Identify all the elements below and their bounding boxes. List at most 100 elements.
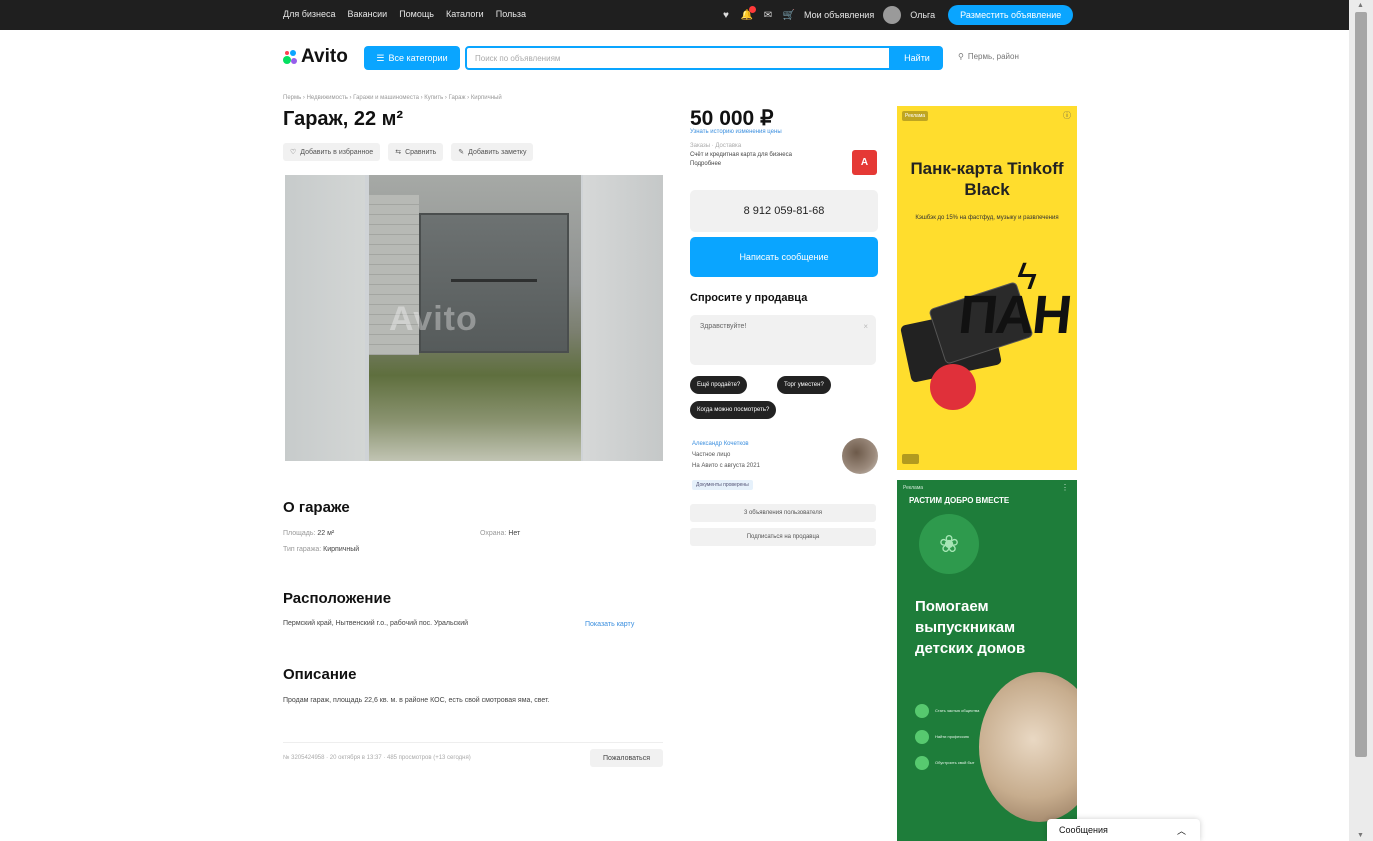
avito-logo[interactable]: Avito [283, 46, 348, 68]
price-history-link[interactable]: Узнать историю изменения цены [690, 129, 782, 135]
avatar[interactable] [883, 6, 902, 24]
menu-icon: ☰ [376, 52, 385, 63]
location-label: Пермь, район [967, 52, 1019, 61]
ad1-legal [902, 454, 920, 464]
listing-actions: ♡ Добавить в избранное ⇆ Сравнить ✎ Доба… [283, 143, 534, 161]
about-heading: О гараже [283, 499, 350, 516]
bullet-icon [915, 730, 929, 744]
bank-badge: A [852, 150, 877, 175]
description-text: Продам гараж, площадь 22,6 кв. м. в райо… [283, 697, 550, 704]
param-type: Тип гаража: Кирпичный [283, 546, 359, 553]
chip-still-selling[interactable]: Ещё продаёте? [690, 376, 748, 394]
param-type-key: Тип гаража: [283, 546, 322, 553]
info-icon[interactable]: ⓘ [1063, 110, 1071, 121]
bullet-icon [915, 756, 929, 770]
top-nav-catalogs[interactable]: Каталоги [446, 9, 484, 19]
top-nav-jobs[interactable]: Вакансии [348, 9, 388, 19]
all-categories-button[interactable]: ☰ Все категории [364, 46, 460, 70]
search-input[interactable]: Поиск по объявлениям [465, 46, 891, 70]
param-area: Площадь: 22 м² [283, 530, 334, 537]
compare-button[interactable]: ⇆ Сравнить [388, 143, 444, 161]
price: 50 000 ₽ [690, 107, 774, 130]
ask-seller-text: Здравствуйте! [700, 323, 747, 330]
ad2-photo [979, 672, 1077, 822]
top-nav: Для бизнеса Вакансии Помощь Каталоги Пол… [283, 9, 526, 19]
notice-text[interactable]: Счёт и кредитная карта для бизнеса [690, 152, 792, 158]
ad1-pan-text: ПАН [955, 285, 1073, 345]
ask-seller-input[interactable]: Здравствуйте! × [690, 315, 876, 365]
close-icon[interactable]: × [863, 322, 868, 331]
write-message-button[interactable]: Написать сообщение [690, 237, 878, 277]
location-selector[interactable]: ⚲ Пермь, район [958, 52, 1019, 61]
description-heading: Описание [283, 666, 357, 683]
compare-icon: ⇆ [395, 149, 402, 156]
chat-icon[interactable]: ✉ [762, 9, 774, 21]
gallery-blur-right [583, 175, 663, 461]
post-ad-button[interactable]: Разместить объявление [948, 5, 1074, 25]
add-note-label: Добавить заметку [468, 148, 527, 156]
seller-name-link[interactable]: Александр Кочетков [692, 441, 749, 447]
other-listings-button[interactable]: 3 объявления пользователя [690, 504, 876, 522]
complain-button[interactable]: Пожаловаться [590, 749, 663, 767]
subscribe-seller-button[interactable]: Подписаться на продавца [690, 528, 876, 546]
show-map-link[interactable]: Показать карту [585, 621, 634, 628]
pin-icon: ⚲ [958, 52, 964, 61]
my-listings-link[interactable]: Мои объявления [804, 10, 874, 20]
ad-label: Реклама [902, 111, 929, 121]
heart-icon: ♡ [290, 149, 297, 156]
param-security: Охрана: Нет [480, 530, 520, 537]
scrollbar[interactable]: ▲ ▼ [1349, 0, 1373, 841]
bullet-icon [915, 704, 929, 718]
listing-meta: № 3205424958 · 20 октября в 13:37 · 485 … [283, 755, 471, 761]
photo-gallery[interactable]: Avito [285, 175, 663, 461]
messages-widget[interactable]: Сообщения ︿ [1047, 819, 1200, 841]
garage-photo[interactable]: Avito [369, 175, 581, 461]
seller-avatar[interactable] [842, 438, 878, 474]
add-favorite-label: Добавить в избранное [300, 148, 374, 156]
heart-icon[interactable]: ♥ [720, 9, 732, 21]
bell-icon[interactable]: 🔔 [741, 6, 756, 21]
ad2-title: Помогаем выпускникам детских домов [915, 598, 1026, 657]
ad2-arc-text: РАСТИМ ДОБРО ВМЕСТЕ [909, 496, 1010, 505]
address-text: Пермский край, Нытвенский г.о., рабочий … [283, 620, 469, 627]
top-nav-help[interactable]: Помощь [399, 9, 434, 19]
chip-bargain[interactable]: Торг уместен? [777, 376, 831, 394]
logo-dots-icon [283, 50, 297, 64]
compare-label: Сравнить [405, 148, 437, 156]
notice-more[interactable]: Подробнее [690, 161, 721, 167]
breadcrumb[interactable]: Пермь › Недвижимость › Гаражи и машиноме… [283, 95, 502, 101]
ad1-title: Панк-карта Tinkoff Black [910, 159, 1064, 199]
top-right: ♥ 🔔 ✉ 🛒 Мои объявления Ольга Разместить … [720, 5, 1074, 25]
add-favorite-button[interactable]: ♡ Добавить в избранное [283, 143, 381, 161]
ad-banner-tinkoff[interactable]: Реклама ⓘ Панк-карта Tinkoff Black Кэшбэ… [897, 106, 1077, 470]
add-note-button[interactable]: ✎ Добавить заметку [451, 143, 534, 161]
chip-when-view[interactable]: Когда можно посмотреть? [690, 401, 777, 419]
param-security-key: Охрана: [480, 530, 507, 537]
top-nav-benefit[interactable]: Польза [496, 9, 526, 19]
param-area-key: Площадь: [283, 530, 316, 537]
seller-since: На Авито с августа 2021 [692, 463, 760, 469]
verified-badge: Документы проверены [692, 480, 753, 490]
gallery-blur-left [285, 175, 365, 461]
scroll-up-icon[interactable]: ▲ [1357, 2, 1364, 9]
scroll-thumb[interactable] [1355, 12, 1367, 757]
lightning-icon: ϟ [1017, 256, 1038, 298]
username[interactable]: Ольга [910, 10, 935, 20]
ad-banner-charity[interactable]: Реклама ⋮ РАСТИМ ДОБРО ВМЕСТЕ ❀ Помогаем… [897, 480, 1077, 841]
note-icon: ✎ [458, 149, 465, 156]
messages-label: Сообщения [1059, 825, 1108, 835]
more-icon[interactable]: ⋮ [1061, 483, 1069, 492]
page-title: Гараж, 22 м² [283, 108, 404, 130]
chevron-up-icon[interactable]: ︿ [1177, 824, 1186, 837]
top-nav-business[interactable]: Для бизнеса [283, 9, 336, 19]
param-area-value: 22 м² [317, 530, 335, 537]
divider [283, 742, 663, 743]
notice-small: Заказы · Доставка [690, 143, 742, 149]
cart-icon[interactable]: 🛒 [783, 9, 795, 21]
seller-type: Частное лицо [692, 452, 731, 458]
phone-button[interactable]: 8 912 059-81-68 [690, 190, 878, 232]
logo-text: Avito [301, 46, 348, 67]
search-button[interactable]: Найти [891, 46, 943, 70]
ad2-bullet-2: Найти профессию [935, 734, 969, 739]
scroll-down-icon[interactable]: ▼ [1357, 832, 1364, 839]
